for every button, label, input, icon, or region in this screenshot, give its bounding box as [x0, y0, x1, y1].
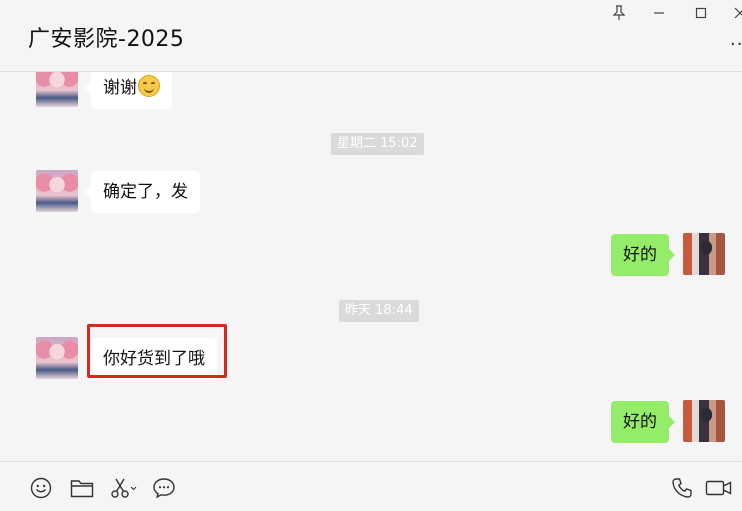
maximize-icon[interactable] — [689, 2, 713, 24]
message-bubble-incoming[interactable]: 确定了，发 — [85, 171, 200, 213]
my-avatar[interactable] — [683, 400, 725, 442]
input-toolbar — [0, 461, 742, 511]
smiling-face-emoji-icon — [138, 75, 160, 97]
chat-title: 广安影院-2025 — [28, 27, 185, 52]
message-bubble-outgoing[interactable]: 好的 — [611, 234, 675, 276]
contact-avatar[interactable] — [36, 72, 78, 107]
scissors-icon[interactable] — [110, 476, 138, 500]
highlight-annotation — [87, 324, 227, 378]
timestamp: 昨天 18:44 — [339, 300, 419, 322]
chat-history-icon[interactable] — [152, 476, 176, 500]
message-list: 谢谢 星期二 15:02 确定了，发 好的 昨天 18:44 你好货到了哦 好的 — [0, 72, 742, 461]
message-text: 好的 — [623, 245, 657, 265]
contact-avatar[interactable] — [36, 170, 78, 212]
pin-icon[interactable] — [607, 2, 631, 24]
contact-avatar[interactable] — [36, 337, 78, 379]
chat-window: 广安影院-2025 ·· 谢谢 — [0, 0, 742, 511]
chat-header: 广安影院-2025 ·· — [0, 0, 742, 72]
folder-icon[interactable] — [70, 476, 94, 500]
phone-icon[interactable] — [670, 476, 694, 500]
minimize-icon[interactable] — [647, 2, 671, 24]
more-options-button[interactable]: ·· — [730, 34, 742, 55]
message-text: 确定了，发 — [103, 182, 188, 202]
message-bubble-incoming[interactable]: 谢谢 — [85, 72, 172, 109]
emoji-icon[interactable] — [29, 476, 53, 500]
timestamp: 星期二 15:02 — [331, 133, 424, 155]
close-icon[interactable] — [728, 2, 742, 24]
message-bubble-outgoing[interactable]: 好的 — [611, 401, 675, 443]
message-text: 好的 — [623, 412, 657, 432]
video-call-icon[interactable] — [705, 476, 733, 500]
my-avatar[interactable] — [683, 233, 725, 275]
message-text: 谢谢 — [103, 78, 137, 98]
